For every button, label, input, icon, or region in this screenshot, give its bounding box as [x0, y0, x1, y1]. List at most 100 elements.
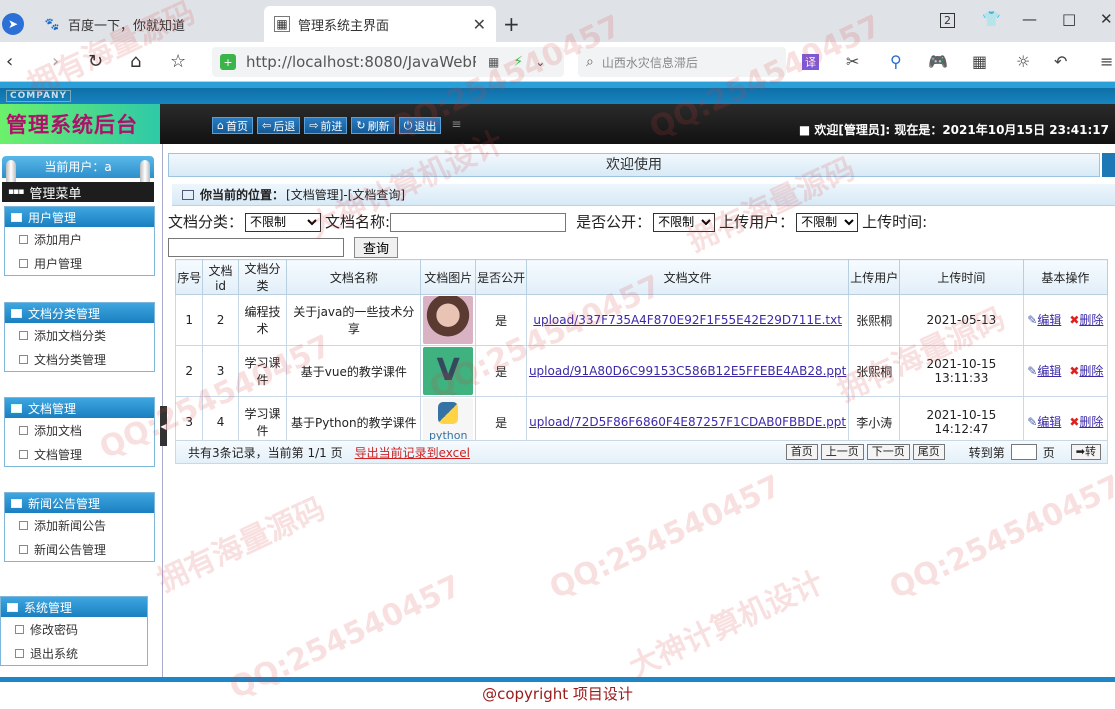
- delete-link[interactable]: 删除: [1079, 364, 1103, 378]
- refresh-button[interactable]: ↻ 刷新: [351, 117, 395, 134]
- new-tab-icon[interactable]: +: [503, 12, 520, 36]
- home-icon[interactable]: ⌂: [130, 51, 141, 72]
- menu-group-header[interactable]: 文档分类管理: [5, 303, 154, 323]
- group-icon: [11, 212, 22, 222]
- sidebar-item-add-doc[interactable]: 添加文档: [5, 418, 154, 442]
- qr-icon[interactable]: ▦: [488, 55, 499, 69]
- group-icon: [11, 403, 22, 413]
- gamepad-icon[interactable]: 🎮: [928, 52, 948, 71]
- name-input[interactable]: [390, 212, 567, 232]
- url-box[interactable]: + http://localhost:8080/JavaWebPro ▦ ⚡ ⌄: [212, 47, 564, 77]
- file-link[interactable]: upload/337F735A4F870E92F1F55E42E29D711E.…: [533, 313, 842, 327]
- pencil-icon: ✎: [1027, 363, 1038, 378]
- translate-icon[interactable]: 译: [802, 54, 819, 70]
- name-label: 文档名称:: [325, 213, 391, 231]
- item-icon: [19, 544, 28, 554]
- scissors-icon[interactable]: ✂: [846, 52, 859, 71]
- star-icon[interactable]: ☆: [170, 51, 186, 72]
- menu-group-header[interactable]: 新闻公告管理: [5, 493, 154, 513]
- menu-group-header[interactable]: 系统管理: [1, 597, 147, 617]
- next-page-button[interactable]: 下一页: [866, 444, 910, 460]
- maximize-icon[interactable]: □: [1062, 10, 1076, 28]
- grid-dots-icon: ▪▪▪: [8, 187, 24, 197]
- chevron-down-icon[interactable]: ⌄: [535, 55, 545, 69]
- prev-page-button[interactable]: 上一页: [820, 444, 864, 460]
- magnifier-icon[interactable]: ⚲: [890, 52, 902, 71]
- group-icon: [7, 602, 18, 612]
- export-excel-link[interactable]: 导出当前记录到excel: [355, 444, 470, 461]
- sidebar: 当前用户：a ▪▪▪ 管理菜单 用户管理 添加用户 用户管理 文档分类管理 添加…: [0, 144, 160, 677]
- window-close-icon[interactable]: ✕: [1100, 10, 1113, 28]
- logout-button[interactable]: ⏻ 退出: [398, 117, 442, 134]
- col-time: 上传时间: [899, 259, 1024, 295]
- time-input[interactable]: [168, 237, 344, 257]
- tab-count-badge[interactable]: 2: [940, 13, 955, 28]
- apps-grid-icon[interactable]: ▦: [972, 52, 987, 71]
- delete-link[interactable]: 删除: [1079, 313, 1103, 327]
- browser-search-box[interactable]: ⌕ 山西水灾信息滞后: [578, 47, 786, 77]
- edit-link[interactable]: 编辑: [1037, 364, 1061, 378]
- menu-group-header[interactable]: 用户管理: [5, 207, 154, 227]
- menu-group-doc-category: 文档分类管理 添加文档分类 文档分类管理: [4, 302, 155, 372]
- item-icon: [19, 330, 28, 340]
- goto-page-input[interactable]: [1010, 444, 1037, 460]
- sidebar-item-add-user[interactable]: 添加用户: [5, 227, 154, 251]
- sidebar-item-doc-manage[interactable]: 文档管理: [5, 442, 154, 466]
- col-image: 文档图片: [420, 259, 477, 295]
- file-link[interactable]: upload/72D5F86F6860F4E87257F1CDAB0FBBDE.…: [529, 415, 846, 429]
- go-button[interactable]: ➡转: [1070, 444, 1101, 460]
- file-link[interactable]: upload/91A80D6C99153C586B12E5FFEBE4AB28.…: [529, 364, 846, 378]
- item-icon: [19, 449, 28, 459]
- sidebar-item-user-manage[interactable]: 用户管理: [5, 251, 154, 275]
- menu-icon[interactable]: ≡: [1100, 52, 1113, 71]
- minimize-icon[interactable]: —: [1022, 10, 1037, 28]
- arrow-right-icon: ⇨: [309, 119, 319, 132]
- group-icon: [11, 308, 22, 318]
- browser-logo-icon[interactable]: ➤: [2, 13, 24, 35]
- col-user: 上传用户: [848, 259, 901, 295]
- close-tab-icon[interactable]: ✕: [473, 15, 486, 34]
- query-button[interactable]: 查询: [354, 236, 399, 258]
- reload-icon[interactable]: ↻: [88, 51, 103, 72]
- tab-baidu[interactable]: 🐾 百度一下，你就知道: [34, 6, 262, 42]
- sidebar-item-add-news[interactable]: 添加新闻公告: [5, 513, 154, 537]
- doc-thumbnail-portrait[interactable]: [423, 296, 474, 344]
- arrow-right-icon: ➡: [1075, 445, 1085, 458]
- doc-thumbnail-vue[interactable]: [423, 347, 474, 395]
- home-button[interactable]: ⌂ 首页: [212, 117, 253, 134]
- collapse-sidebar-handle[interactable]: ◀: [160, 406, 167, 446]
- tab-title: 管理系统主界面: [298, 18, 390, 34]
- brightness-icon[interactable]: ☼: [1016, 52, 1030, 71]
- sidebar-item-add-doc-category[interactable]: 添加文档分类: [5, 323, 154, 347]
- bolt-icon[interactable]: ⚡: [513, 54, 523, 70]
- sidebar-item-news-manage[interactable]: 新闻公告管理: [5, 537, 154, 561]
- search-placeholder: 山西水灾信息滞后: [601, 55, 698, 70]
- back-button[interactable]: ⇦ 后退: [256, 117, 301, 134]
- sidebar-item-logout[interactable]: 退出系统: [1, 641, 147, 665]
- forward-button[interactable]: ⇨ 前进: [304, 117, 348, 134]
- uploader-label: 上传用户：: [719, 213, 795, 231]
- uploader-select[interactable]: 不限制: [796, 212, 859, 232]
- doc-thumbnail-python[interactable]: python: [423, 398, 474, 446]
- item-icon: [19, 425, 28, 435]
- url-text[interactable]: http://localhost:8080/JavaWebPro: [246, 53, 476, 71]
- sidebar-item-doc-category-manage[interactable]: 文档分类管理: [5, 347, 154, 371]
- menu-group-header[interactable]: 文档管理: [5, 398, 154, 418]
- page-icon: ▦: [274, 16, 290, 32]
- sidebar-item-change-password[interactable]: 修改密码: [1, 617, 147, 641]
- delete-link[interactable]: 删除: [1079, 415, 1103, 429]
- first-page-button[interactable]: 首页: [785, 444, 818, 460]
- tab-admin[interactable]: ▦ 管理系统主界面 ✕: [264, 6, 496, 42]
- time-label: 上传时间:: [862, 213, 928, 231]
- public-select[interactable]: 不限制: [653, 212, 716, 232]
- forward-icon[interactable]: ›: [52, 51, 59, 72]
- edit-link[interactable]: 编辑: [1037, 313, 1061, 327]
- back-icon[interactable]: ‹: [6, 51, 13, 72]
- last-page-button[interactable]: 尾页: [912, 444, 945, 460]
- undo-icon[interactable]: ↶: [1054, 52, 1067, 71]
- category-select[interactable]: 不限制: [245, 212, 322, 232]
- col-name: 文档名称: [286, 259, 422, 295]
- edit-link[interactable]: 编辑: [1037, 415, 1061, 429]
- shirt-icon[interactable]: 👕: [982, 10, 1001, 28]
- col-file: 文档文件: [525, 259, 850, 295]
